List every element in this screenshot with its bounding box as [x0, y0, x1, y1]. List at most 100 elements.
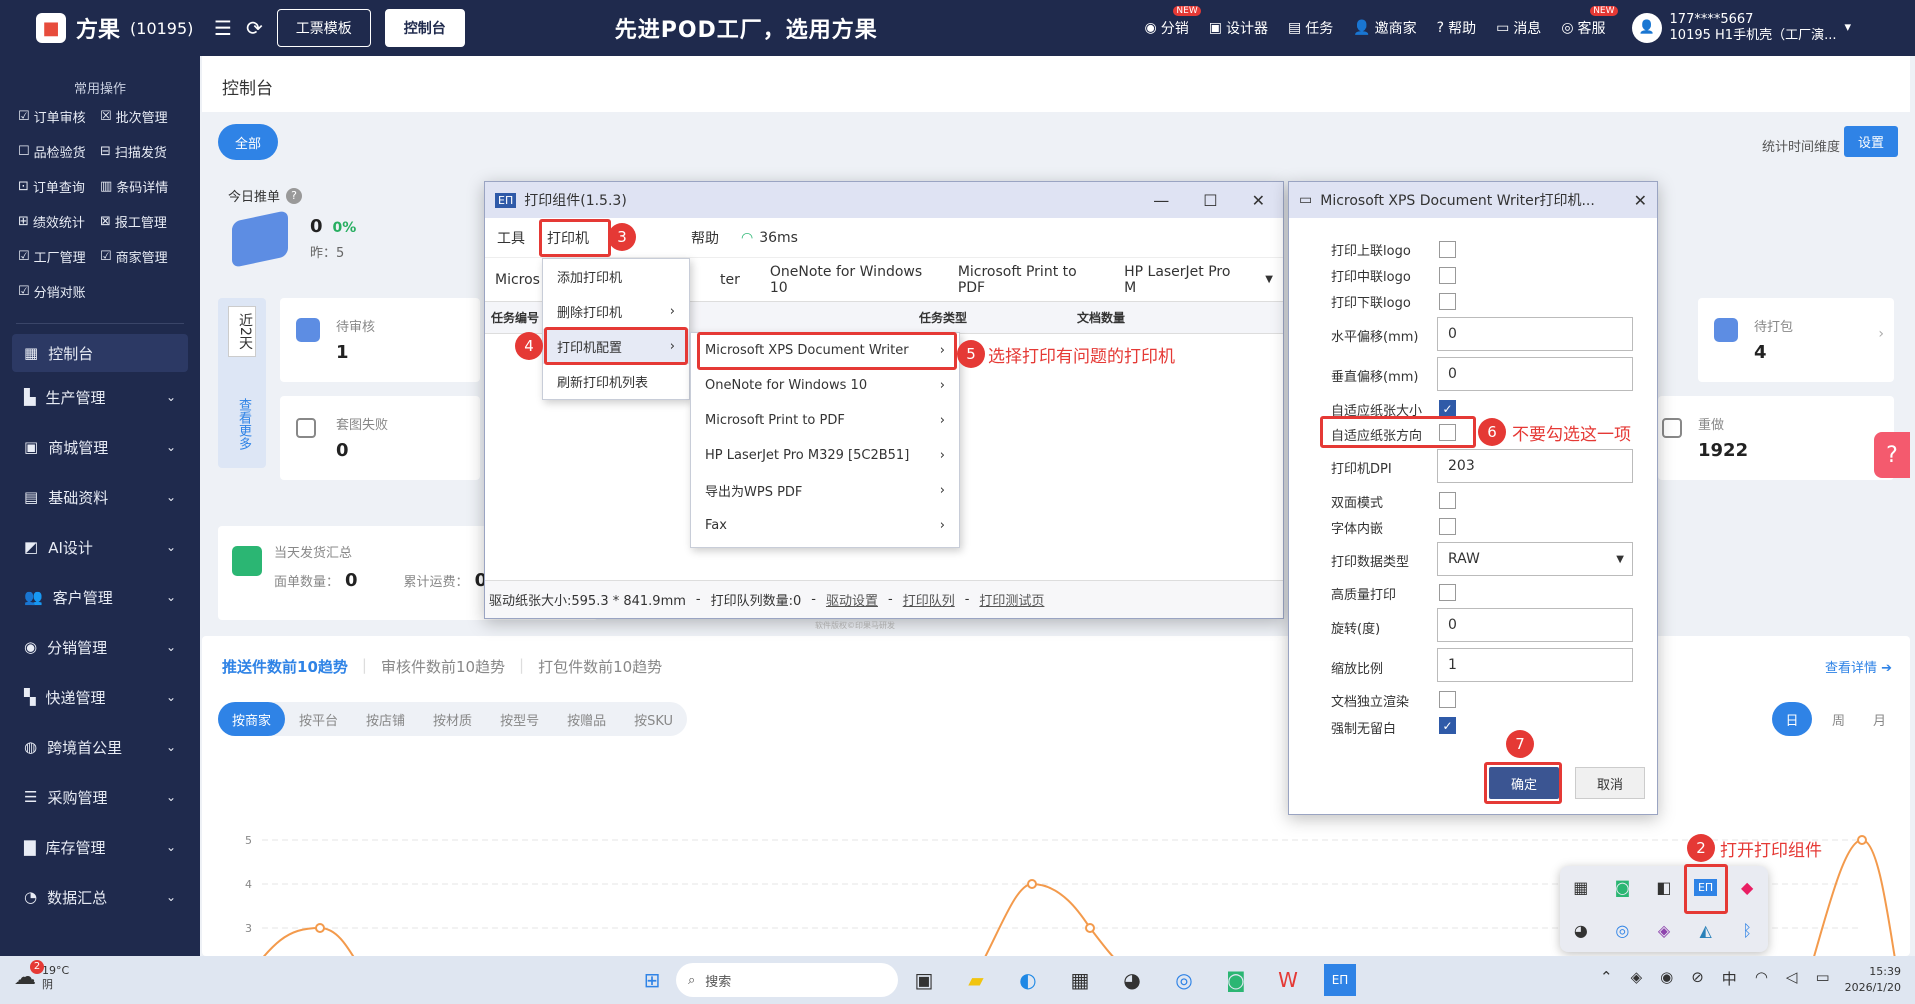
hq-checkbox[interactable]: [1439, 584, 1456, 601]
see-detail-link[interactable]: 查看详情 ➔: [1825, 657, 1892, 676]
quick-item[interactable]: ⊡ 订单查询: [18, 177, 100, 196]
tray-app-icon[interactable]: ◈: [1631, 968, 1643, 989]
weather-widget[interactable]: ☁ 19°C 阴 2: [14, 960, 69, 992]
app-tray-icon[interactable]: ◧: [1656, 878, 1671, 897]
redo-card[interactable]: 重做 1922: [1658, 396, 1894, 480]
tab-printer[interactable]: Micros: [495, 272, 540, 288]
menu-add-printer[interactable]: 添加打印机: [543, 259, 689, 294]
quick-item[interactable]: ⊞ 绩效统计: [18, 212, 100, 231]
failed-card[interactable]: 套图失败 0: [280, 396, 480, 480]
pending-review-card[interactable]: 待审核 1: [280, 298, 480, 382]
quick-item[interactable]: ☒ 批次管理: [100, 107, 182, 126]
tab-by-sku[interactable]: 按SKU: [620, 710, 687, 729]
range-selector[interactable]: 近2天 查看更多: [218, 298, 266, 468]
battery-icon[interactable]: ▭: [1815, 968, 1829, 989]
tab-template[interactable]: 工票模板: [276, 9, 371, 47]
help-icon[interactable]: ?: [286, 187, 303, 204]
printer-pdf[interactable]: Microsoft Print to PDF ›: [691, 403, 959, 438]
nav-distribution[interactable]: ◉ 分销 NEW: [1145, 6, 1201, 38]
tab-console[interactable]: 控制台: [384, 9, 465, 47]
bluetooth-icon[interactable]: ᛒ: [1742, 921, 1752, 940]
quick-item[interactable]: ▥ 条码详情: [100, 177, 182, 196]
menu-help[interactable]: 帮助: [691, 228, 719, 248]
nav-designer[interactable]: ▣ 设计器: [1209, 18, 1268, 38]
sidebar-item-purchase[interactable]: ☰ 采购管理 ⌄: [0, 772, 200, 822]
wps-icon[interactable]: W: [1272, 964, 1304, 996]
tab-by-store[interactable]: 按店铺: [352, 710, 419, 729]
sidebar-item-console[interactable]: ▦ 控制台: [12, 334, 188, 372]
quick-item[interactable]: ⊟ 扫描发货: [100, 142, 182, 161]
period-month[interactable]: 月: [1865, 710, 1894, 729]
tabs-dropdown-icon[interactable]: ▼: [1265, 274, 1273, 285]
tab-printer[interactable]: OneNote for Windows 10: [770, 264, 928, 296]
sidebar-item-distribution[interactable]: ◉ 分销管理 ⌄: [0, 622, 200, 672]
h-offset-input[interactable]: 0: [1437, 317, 1633, 351]
app-tray-icon[interactable]: ▦: [1573, 878, 1588, 897]
duplex-checkbox[interactable]: [1439, 492, 1456, 509]
windows-start-icon[interactable]: ⊞: [636, 964, 668, 996]
cancel-button[interactable]: 取消: [1575, 767, 1645, 799]
menu-toggle-icon[interactable]: ☰: [214, 16, 232, 40]
app-tray-icon[interactable]: ◆: [1741, 878, 1753, 897]
nav-help[interactable]: ? 帮助: [1437, 18, 1476, 38]
tab-printer[interactable]: HP LaserJet Pro M: [1124, 264, 1235, 296]
sidebar-item-basic-data[interactable]: ▤ 基础资料 ⌄: [0, 472, 200, 522]
user-menu[interactable]: 👤 177****5667 10195 H1手机壳（工厂演... ▾: [1631, 12, 1851, 44]
printer-onenote[interactable]: OneNote for Windows 10 ›: [691, 368, 959, 403]
sidebar-item-data-summary[interactable]: ◔ 数据汇总 ⌄: [0, 872, 200, 922]
all-button[interactable]: 全部: [218, 124, 278, 160]
print-test-link[interactable]: 打印测试页: [979, 590, 1044, 609]
tab-pack-trend[interactable]: 打包件数前10趋势: [538, 656, 662, 677]
standalone-checkbox[interactable]: [1439, 691, 1456, 708]
printer-fax[interactable]: Fax ›: [691, 508, 959, 543]
close-icon[interactable]: ✕: [1252, 191, 1265, 210]
tab-push-trend[interactable]: 推送件数前10趋势: [222, 656, 348, 677]
quick-item[interactable]: ☐ 品检验货: [18, 142, 100, 161]
wifi-icon[interactable]: ◠: [1755, 968, 1768, 989]
edge-icon[interactable]: ◐: [1012, 964, 1044, 996]
sidebar-item-express[interactable]: ▚ 快递管理 ⌄: [0, 672, 200, 722]
quick-item[interactable]: ☑ 商家管理: [100, 247, 182, 266]
no-margin-checkbox[interactable]: ✓: [1439, 717, 1456, 734]
menu-refresh-printers[interactable]: 刷新打印机列表: [543, 364, 689, 399]
setting-button[interactable]: 设置: [1843, 126, 1898, 157]
tab-printer[interactable]: ter: [720, 272, 740, 288]
see-more-link[interactable]: 查看更多: [234, 398, 253, 450]
sidebar-item-customer[interactable]: 👥 客户管理 ⌄: [0, 572, 200, 622]
printer-wps-pdf[interactable]: 导出为WPS PDF ›: [691, 473, 959, 508]
volume-icon[interactable]: ◁: [1786, 968, 1798, 989]
app-tray-icon[interactable]: ◎: [1615, 921, 1629, 940]
tab-printer[interactable]: Microsoft Print to PDF: [958, 264, 1094, 296]
scale-input[interactable]: 1: [1437, 648, 1633, 682]
tab-by-platform[interactable]: 按平台: [285, 710, 352, 729]
tab-by-merchant[interactable]: 按商家: [218, 702, 286, 736]
driver-settings-link[interactable]: 驱动设置: [826, 590, 878, 609]
sidebar-item-ai-design[interactable]: ◩ AI设计 ⌄: [0, 522, 200, 572]
clock[interactable]: 15:39 2026/1/20: [1845, 964, 1901, 996]
app-tray-icon[interactable]: ◭: [1699, 921, 1711, 940]
tab-by-model[interactable]: 按型号: [486, 710, 553, 729]
maximize-icon[interactable]: ☐: [1203, 191, 1217, 210]
minimize-icon[interactable]: —: [1153, 191, 1169, 210]
close-icon[interactable]: ✕: [1634, 191, 1647, 210]
nav-task[interactable]: ▤ 任务: [1288, 18, 1333, 38]
fit-size-checkbox[interactable]: ✓: [1439, 400, 1456, 417]
sidebar-item-inventory[interactable]: ▇ 库存管理 ⌄: [0, 822, 200, 872]
v-offset-input[interactable]: 0: [1437, 357, 1633, 391]
sidebar-item-crossborder[interactable]: ◍ 跨境首公里 ⌄: [0, 722, 200, 772]
quick-item[interactable]: ☑ 订单审核: [18, 107, 100, 126]
nav-invite[interactable]: 👤 邀商家: [1353, 18, 1416, 38]
tab-by-material[interactable]: 按材质: [419, 710, 486, 729]
period-day[interactable]: 日: [1771, 702, 1812, 736]
quick-item[interactable]: ⊠ 报工管理: [100, 212, 182, 231]
tray-app-icon[interactable]: ⊘: [1691, 968, 1704, 989]
sidebar-item-mall[interactable]: ▣ 商城管理 ⌄: [0, 422, 200, 472]
quick-item[interactable]: ☑ 工厂管理: [18, 247, 100, 266]
floating-help-icon[interactable]: ?: [1874, 432, 1910, 478]
dpi-input[interactable]: 203: [1437, 449, 1633, 483]
store-icon[interactable]: ▦: [1064, 964, 1096, 996]
wechat-tray-icon[interactable]: ◙: [1615, 878, 1631, 897]
printer-hp[interactable]: HP LaserJet Pro M329 [5C2B51] ›: [691, 438, 959, 473]
period-week[interactable]: 周: [1820, 710, 1857, 729]
tray-app-icon[interactable]: ◉: [1660, 968, 1673, 989]
